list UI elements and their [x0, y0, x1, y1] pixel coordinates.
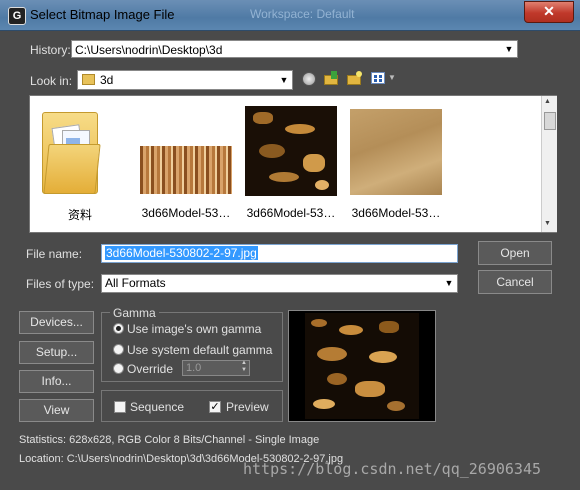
file-name-label: 3d66Model-53… — [246, 206, 336, 220]
up-folder-icon[interactable] — [324, 71, 340, 86]
view-menu-icon[interactable] — [371, 72, 385, 84]
new-folder-icon[interactable] — [347, 71, 363, 86]
history-value: C:\Users\nodrin\Desktop\3d — [75, 43, 223, 57]
history-combo[interactable]: C:\Users\nodrin\Desktop\3d ▼ — [71, 40, 518, 58]
file-name-label: 3d66Model-53… — [141, 206, 231, 220]
open-button[interactable]: Open — [478, 241, 552, 265]
gamma-override-value: 1.0 — [186, 362, 202, 374]
file-list[interactable]: 资料 3d66Model-53… 3d66Model-53… 3d66Model… — [29, 95, 557, 233]
gamma-title: Gamma — [110, 306, 159, 320]
chevron-up-icon[interactable]: ▲ — [544, 98, 551, 105]
chevron-down-icon[interactable]: ▼ — [442, 276, 456, 290]
gamma-own-label: Use image's own gamma — [127, 322, 262, 336]
lookin-label: Look in: — [30, 74, 73, 88]
lookin-combo[interactable]: 3d ▼ — [77, 70, 293, 90]
chevron-down-icon[interactable]: ▼ — [388, 73, 396, 82]
gamma-override-radio[interactable] — [113, 363, 124, 374]
chevron-down-icon[interactable]: ▼ — [277, 73, 291, 87]
file-list-scrollbar[interactable]: ▲ ▼ — [541, 96, 557, 232]
devices-button[interactable]: Devices... — [19, 311, 94, 334]
filetype-value: All Formats — [105, 276, 166, 290]
file-name-label: 3d66Model-53… — [351, 206, 441, 220]
info-button[interactable]: Info... — [19, 370, 94, 393]
folder-icon — [82, 74, 95, 85]
background-window-title: Workspace: Default — [250, 7, 355, 21]
watermark-text: https://blog.csdn.net/qq_26906345 — [243, 460, 542, 478]
title-bar[interactable]: G Select Bitmap Image File Workspace: De… — [0, 0, 580, 31]
sequence-label: Sequence — [130, 400, 185, 414]
filename-value: 3d66Model-530802-2-97.jpg — [105, 246, 258, 260]
scrollbar-thumb[interactable] — [544, 112, 556, 130]
image-thumbnail[interactable] — [350, 109, 442, 195]
app-icon: G — [8, 7, 26, 25]
back-icon[interactable] — [302, 72, 316, 86]
preview-label: Preview — [226, 400, 269, 414]
image-preview — [288, 310, 436, 422]
gamma-default-radio[interactable] — [113, 344, 124, 355]
list-item[interactable] — [40, 104, 104, 199]
statistics-text: Statistics: 628x628, RGB Color 8 Bits/Ch… — [19, 434, 320, 446]
spinner-arrows-icon[interactable]: ▲ ▼ — [241, 360, 247, 374]
chevron-down-icon[interactable]: ▼ — [502, 42, 516, 56]
filetype-label: Files of type: — [26, 277, 95, 291]
chevron-down-icon[interactable]: ▼ — [544, 220, 551, 227]
lookin-value: 3d — [100, 73, 114, 87]
filename-label: File name: — [26, 247, 83, 261]
view-button[interactable]: View — [19, 399, 94, 422]
image-thumbnail[interactable] — [245, 106, 337, 196]
filename-input[interactable]: 3d66Model-530802-2-97.jpg — [101, 244, 458, 263]
gamma-override-label: Override — [127, 362, 174, 376]
cancel-button[interactable]: Cancel — [478, 270, 552, 294]
close-button[interactable]: ✕ — [524, 1, 574, 23]
filetype-combo[interactable]: All Formats ▼ — [101, 274, 458, 293]
gamma-own-radio[interactable] — [113, 323, 124, 334]
gamma-default-label: Use system default gamma — [127, 343, 273, 357]
setup-button[interactable]: Setup... — [19, 341, 94, 364]
gamma-override-spinner[interactable]: 1.0 ▲ ▼ — [182, 360, 250, 376]
preview-checkbox[interactable]: ✓ — [209, 401, 221, 413]
file-name-label: 资料 — [67, 208, 92, 222]
window-title: Select Bitmap Image File — [30, 7, 175, 22]
history-label: History: — [30, 43, 71, 57]
sequence-checkbox[interactable] — [114, 401, 126, 413]
image-thumbnail[interactable] — [140, 146, 232, 194]
